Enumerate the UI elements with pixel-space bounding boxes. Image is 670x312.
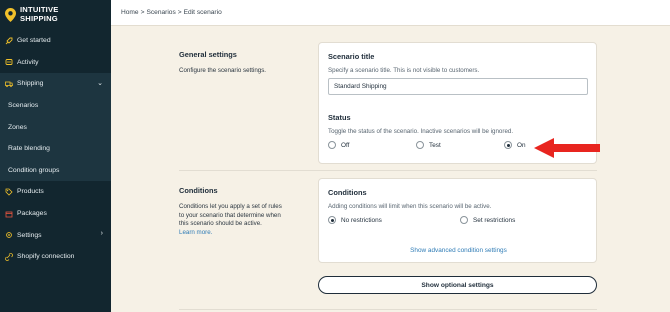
sidebar-item-zones[interactable]: Zones [0,116,111,138]
conditions-radio-no-restrictions[interactable]: No restrictions [328,216,382,224]
sidebar-item-shipping[interactable]: Shipping ⌄ [0,73,111,95]
sidebar-item-label: Condition groups [8,166,60,174]
sidebar-item-packages[interactable]: Packages [0,203,111,225]
sidebar-item-label: Zones [8,123,27,131]
radio-label: No restrictions [341,216,382,224]
radio-button[interactable] [416,141,424,149]
conditions-hint: Adding conditions will limit when this s… [328,203,492,210]
sidebar-item-rate-blending[interactable]: Rate blending [0,137,111,160]
sidebar-item-label: Packages [17,210,47,218]
show-advanced-condition-settings-link[interactable]: Show advanced condition settings [319,247,598,254]
activity-icon [5,59,13,66]
rocket-icon [5,37,13,45]
sidebar-item-label: Shipping [17,80,44,88]
radio-button[interactable] [328,141,336,149]
sidebar-item-shopify-connection[interactable]: Shopify connection [0,246,111,268]
truck-icon [5,81,13,88]
sidebar-item-settings[interactable]: Settings › [0,224,111,246]
chevron-down-icon: ⌄ [97,80,103,88]
scenario-title-label: Scenario title [328,52,375,61]
sidebar-item-label: Shopify connection [17,253,75,261]
conditions-intro: Conditions Conditions let you apply a se… [179,186,282,237]
section-divider [179,170,597,171]
sidebar-item-activity[interactable]: Activity [0,52,111,74]
package-icon [5,211,13,217]
sidebar-item-label: Rate blending [8,145,50,153]
sidebar-item-label: Products [17,188,44,196]
breadcrumb-home[interactable]: Home [121,9,139,16]
status-hint: Toggle the status of the scenario. Inact… [328,128,514,135]
scenario-title-value: Standard Shipping [334,83,387,90]
radio-label: Off [341,141,350,149]
conditions-card: Conditions Adding conditions will limit … [318,178,597,263]
status-radio-off[interactable]: Off [328,141,349,149]
scenario-title-hint: Specify a scenario title. This is not vi… [328,67,480,74]
sidebar: INTUITIVE SHIPPING Get started Activity … [0,0,111,312]
scenario-title-input[interactable]: Standard Shipping [328,78,588,95]
section-description: Conditions let you apply a set of rules … [179,203,282,238]
sidebar-item-label: Scenarios [8,102,39,110]
sidebar-item-condition-groups[interactable]: Condition groups [0,159,111,182]
general-settings-intro: General settings Configure the scenario … [179,50,266,76]
section-description: Configure the scenario settings. [179,67,267,74]
section-title: Conditions [179,186,218,195]
sidebar-item-scenarios[interactable]: Scenarios [0,94,111,117]
section-title: General settings [179,50,237,59]
radio-label: Set restrictions [473,216,516,224]
radio-label: Test [429,141,441,149]
sidebar-item-products[interactable]: Products [0,181,111,203]
radio-label: On [517,141,526,149]
status-label: Status [328,113,351,122]
learn-more-link[interactable]: Learn more. [179,229,282,238]
sidebar-item-label: Settings [17,231,42,239]
breadcrumb-separator: > [177,9,182,16]
sidebar-item-get-started[interactable]: Get started [0,30,111,52]
annotation-arrow-icon [534,138,600,158]
gear-icon [6,232,12,238]
chevron-right-icon: › [100,230,103,238]
map-pin-icon [5,8,16,22]
radio-button[interactable] [328,216,336,224]
show-optional-settings-button[interactable]: Show optional settings [318,276,597,294]
brand-logo[interactable]: INTUITIVE SHIPPING [0,0,111,30]
radio-button[interactable] [460,216,468,224]
tag-icon [5,188,13,196]
brand-name: INTUITIVE SHIPPING [20,5,59,23]
conditions-radio-set-restrictions[interactable]: Set restrictions [460,216,515,224]
breadcrumb-current: Edit scenario [183,9,222,16]
radio-button[interactable] [504,141,512,149]
status-radio-test[interactable]: Test [416,141,441,149]
breadcrumb-separator: > [140,9,145,16]
conditions-title: Conditions [328,188,367,197]
status-radio-on[interactable]: On [504,141,526,149]
section-divider [179,309,597,310]
sidebar-item-label: Activity [17,58,39,66]
breadcrumb: Home > Scenarios > Edit scenario [111,0,670,26]
sidebar-item-label: Get started [17,37,51,45]
link-icon [5,252,13,261]
breadcrumb-scenarios[interactable]: Scenarios [146,9,175,16]
